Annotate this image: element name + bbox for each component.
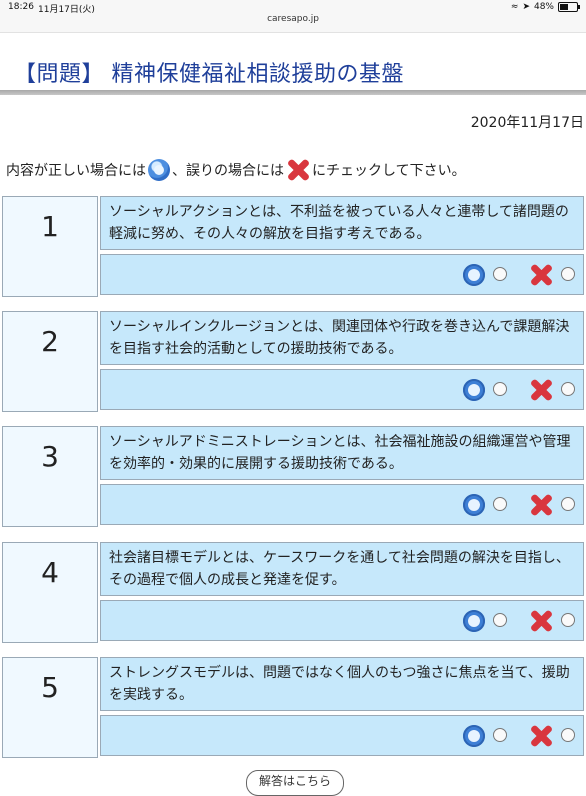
question-3: 3 ソーシャルアドミニストレーションとは、社会福祉施設の組織運営や管理を効率的・… [2,426,584,527]
correct-radio[interactable] [493,613,507,627]
status-bar: 18:26 11月17日(火) caresapo.jp ≈ ➤ 48% [0,0,586,33]
wrong-radio[interactable] [561,728,575,742]
question-text: ストレングスモデルは、問題ではなく個人のもつ強さに焦点を当て、援助を実践する。 [100,657,584,711]
blue-circle-icon [463,264,485,286]
blue-circle-icon [463,610,485,632]
wrong-radio[interactable] [561,382,575,396]
answer-row [100,369,584,410]
red-cross-icon [529,378,553,402]
question-5: 5 ストレングスモデルは、問題ではなく個人のもつ強さに焦点を当て、援助を実践する… [2,657,584,758]
answer-row [100,715,584,756]
question-number: 5 [2,657,98,758]
question-4: 4 社会諸目標モデルとは、ケースワークを通して社会問題の解決を目指し、その過程で… [2,542,584,643]
blue-circle-icon [463,725,485,747]
instruction-text-b: 、誤りの場合には [172,163,284,179]
battery-icon [558,2,580,12]
location-icon: ➤ [522,2,530,12]
answer-row [100,484,584,525]
page-title: 【問題】 精神保健福祉相談援助の基盤 [14,62,404,87]
correct-radio[interactable] [493,267,507,281]
blue-circle-icon [148,159,170,181]
red-cross-icon [286,158,310,182]
question-number: 1 [2,196,98,297]
question-text: 社会諸目標モデルとは、ケースワークを通して社会問題の解決を目指し、その過程で個人… [100,542,584,596]
red-cross-icon [529,263,553,287]
instruction: 内容が正しい場合には 、誤りの場合には にチェックして下さい。 [6,158,466,182]
status-right: ≈ ➤ 48% [510,2,580,12]
blue-circle-icon [463,494,485,516]
show-answer-button[interactable]: 解答はこちら [246,770,344,796]
question-number: 4 [2,542,98,643]
wrong-radio[interactable] [561,267,575,281]
question-number: 3 [2,426,98,527]
correct-radio[interactable] [493,728,507,742]
battery-percent: 48% [533,2,554,12]
blue-circle-icon [463,379,485,401]
question-number: 2 [2,311,98,412]
question-text: ソーシャルアクションとは、不利益を被っている人々と連帯して諸問題の軽減に努め、そ… [100,196,584,250]
wrong-radio[interactable] [561,613,575,627]
instruction-text-a: 内容が正しい場合には [6,163,146,179]
answer-row [100,600,584,641]
quiz-date: 2020年11月17日 [470,115,584,131]
red-cross-icon [529,609,553,633]
question-text: ソーシャルインクルージョンとは、関連団体や行政を巻き込んで課題解決を目指す社会的… [100,311,584,365]
address-bar-url[interactable]: caresapo.jp [0,14,586,24]
status-time: 18:26 [8,2,34,12]
red-cross-icon [529,493,553,517]
wrong-radio[interactable] [561,497,575,511]
correct-radio[interactable] [493,382,507,396]
red-cross-icon [529,724,553,748]
answer-row [100,254,584,295]
correct-radio[interactable] [493,497,507,511]
instruction-text-c: にチェックして下さい。 [312,163,466,179]
question-2: 2 ソーシャルインクルージョンとは、関連団体や行政を巻き込んで課題解決を目指す社… [2,311,584,412]
question-1: 1 ソーシャルアクションとは、不利益を被っている人々と連帯して諸問題の軽減に努め… [2,196,584,297]
wifi-icon: ≈ [510,2,519,12]
title-divider [0,90,586,95]
question-text: ソーシャルアドミニストレーションとは、社会福祉施設の組織運営や管理を効率的・効果… [100,426,584,480]
